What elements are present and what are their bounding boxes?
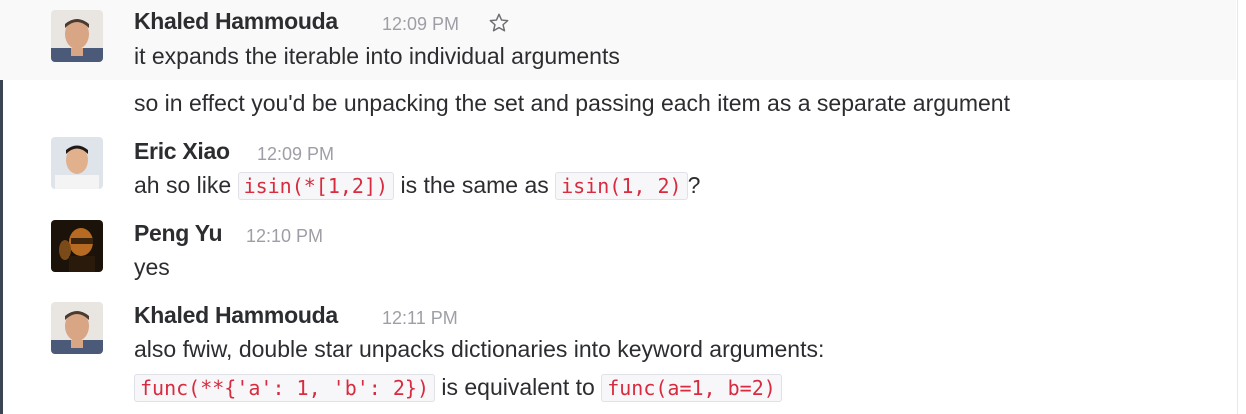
avatar-khaled[interactable] [51,302,103,354]
text-part: is equivalent to [434,374,602,400]
inline-code: func(a=1, b=2) [601,374,782,402]
sender-name[interactable]: Peng Yu [134,220,223,246]
avatar-eric[interactable] [51,137,103,189]
inline-code: func(**{'a': 1, 'b': 2}) [134,374,435,402]
message-text: also fwiw, double star unpacks dictionar… [134,336,825,362]
inline-code: isin(*[1,2]) [237,172,395,200]
message-text: func(**{'a': 1, 'b': 2}) is equivalent t… [134,373,782,402]
message-text: yes [134,254,170,280]
timestamp[interactable]: 12:11 PM [382,305,458,331]
sender-name[interactable]: Eric Xiao [134,138,230,164]
scrollbar[interactable] [1237,0,1246,414]
text-part: ah so like [134,172,238,198]
message-text: it expands the iterable into individual … [134,43,620,69]
message-text: ah so like isin(*[1,2]) is the same as i… [134,171,700,200]
sender-name[interactable]: Khaled Hammouda [134,302,338,328]
avatar-peng[interactable] [51,220,103,272]
text-part: is the same as [394,172,556,198]
timestamp[interactable]: 12:09 PM [382,11,459,37]
message-text-continuation: so in effect you'd be unpacking the set … [134,90,1010,116]
text-part: ? [687,172,701,198]
timestamp[interactable]: 12:09 PM [257,141,334,167]
timestamp[interactable]: 12:10 PM [246,223,323,249]
sender-name[interactable]: Khaled Hammouda [134,8,338,34]
star-icon[interactable] [488,12,510,34]
inline-code: isin(1, 2) [555,172,688,200]
message-khaled-1[interactable]: Khaled Hammouda 12:09 PM it expands the … [0,0,1236,80]
avatar-khaled[interactable] [51,10,103,62]
